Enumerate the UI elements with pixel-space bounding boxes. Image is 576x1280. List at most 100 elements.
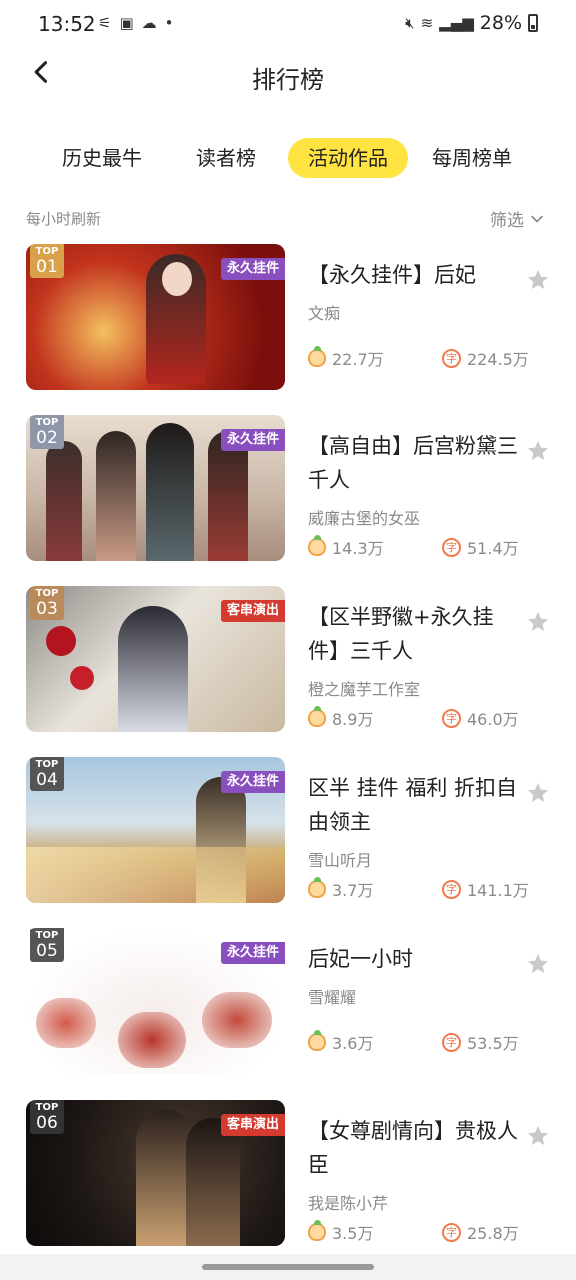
item-author: 雪耀耀 [308,988,357,1007]
item-info: 【女尊剧情向】贵极人臣 我是陈小芹 [308,1114,554,1214]
likes-count: 8.9万 [332,710,374,729]
cover-tag: 永久挂件 [220,771,285,793]
cover-tag: 永久挂件 [220,942,285,964]
word-count-icon: 字 [442,537,461,557]
word-count: 224.5万 [467,350,529,369]
list-item[interactable]: TOP 01 永久挂件 【永久挂件】后妃 文痴 22.7万 字 224.5万 [0,240,576,392]
signal-icon: ▂▄▆ [439,14,474,32]
list-item[interactable]: TOP 03 客串演出 【区半野徽+永久挂件】三千人 橙之魔芋工作室 8.9万 … [0,582,576,734]
cover-tag: 客串演出 [220,1114,285,1136]
tab-history-best[interactable]: 历史最牛 [42,138,162,178]
dot-icon: • [164,14,174,32]
favorite-star-icon[interactable] [526,1124,550,1148]
word-count: 25.8万 [467,1224,519,1243]
rank-badge: TOP 02 [30,415,64,449]
word-count: 46.0万 [467,710,519,729]
status-icons-right: 🔇︎ ≋ ▂▄▆ 28% [405,12,538,34]
status-bar: 13:52 ⚟ ▣ ☁ • 🔇︎ ≋ ▂▄▆ 28% [0,0,576,48]
favorite-star-icon[interactable] [526,268,550,292]
item-stats: 14.3万 字 51.4万 [308,535,548,559]
cover-image[interactable]: TOP 02 永久挂件 [26,415,285,561]
cloud-icon: ☁ [141,14,157,32]
favorite-star-icon[interactable] [526,952,550,976]
tab-event-works[interactable]: 活动作品 [288,138,408,178]
list-item[interactable]: TOP 06 客串演出 【女尊剧情向】贵极人臣 我是陈小芹 3.5万 字 25.8… [0,1096,576,1248]
rank-badge: TOP 06 [30,1100,64,1134]
status-time: 13:52 [38,12,96,36]
cover-image[interactable]: TOP 01 永久挂件 [26,244,285,390]
battery-percent: 28% [479,12,522,34]
likes-count: 22.7万 [332,350,384,369]
image-icon: ▣ [119,14,134,32]
battery-icon [528,14,538,32]
favorite-star-icon[interactable] [526,439,550,463]
peach-icon [308,1030,326,1051]
item-info: 【区半野徽+永久挂件】三千人 橙之魔芋工作室 [308,600,554,700]
cover-image[interactable]: TOP 05 永久挂件 [26,928,285,1074]
item-info: 【永久挂件】后妃 文痴 [308,258,554,324]
cover-tag: 永久挂件 [220,258,285,280]
tab-reader-rank[interactable]: 读者榜 [176,138,276,178]
item-title: 后妃一小时 [308,947,413,971]
favorite-star-icon[interactable] [526,610,550,634]
word-count: 53.5万 [467,1034,519,1053]
word-count-icon: 字 [442,1222,461,1242]
cover-image[interactable]: TOP 06 客串演出 [26,1100,285,1246]
list-item[interactable]: TOP 05 永久挂件 后妃一小时 雪耀耀 3.6万 字 53.5万 [0,924,576,1076]
rank-badge: TOP 03 [30,586,64,620]
sub-bar: 每小时刷新 筛选 [0,204,576,232]
tab-bar: 历史最牛 读者榜 活动作品 每周榜单 [0,136,576,182]
item-info: 【高自由】后宫粉黛三千人 威廉古堡的女巫 [308,429,554,529]
word-count: 141.1万 [467,881,529,900]
item-info: 后妃一小时 雪耀耀 [308,942,554,1008]
list-item[interactable]: TOP 04 永久挂件 区半 挂件 福利 折扣自由领主 雪山听月 3.7万 字1… [0,753,576,905]
item-stats: 3.5万 字 25.8万 [308,1220,548,1244]
mute-icon: 🔇︎ [405,14,415,32]
item-info: 区半 挂件 福利 折扣自由领主 雪山听月 [308,771,554,871]
notification-icon: ⚟ [98,14,112,32]
item-author: 文痴 [308,304,341,323]
tab-weekly-rank[interactable]: 每周榜单 [412,138,532,178]
cover-image[interactable]: TOP 04 永久挂件 [26,757,285,903]
item-stats: 22.7万 字 224.5万 [308,346,548,370]
item-author: 我是陈小芹 [308,1194,389,1213]
likes-count: 3.6万 [332,1034,374,1053]
word-count-icon: 字 [442,348,461,368]
peach-icon [308,535,326,556]
item-author: 雪山听月 [308,851,373,870]
likes-count: 3.5万 [332,1224,374,1243]
item-title: 【永久挂件】后妃 [308,263,476,287]
cover-tag: 客串演出 [220,600,285,622]
home-indicator[interactable] [202,1264,374,1270]
word-count-icon: 字 [442,708,461,728]
likes-count: 14.3万 [332,539,384,558]
rank-badge: TOP 01 [30,244,64,278]
page-title: 排行榜 [252,66,324,94]
list-item[interactable]: TOP 02 永久挂件 【高自由】后宫粉黛三千人 威廉古堡的女巫 14.3万 字… [0,411,576,563]
peach-icon [308,706,326,727]
header: 排行榜 [0,48,576,104]
rank-badge: TOP 04 [30,757,64,791]
item-stats: 8.9万 字 46.0万 [308,706,548,730]
peach-icon [308,877,326,898]
favorite-star-icon[interactable] [526,781,550,805]
item-title: 【女尊剧情向】贵极人臣 [308,1119,518,1177]
item-author: 威廉古堡的女巫 [308,509,421,528]
word-count: 51.4万 [467,539,519,558]
item-title: 【高自由】后宫粉黛三千人 [308,434,518,492]
word-count-icon: 字 [442,1032,461,1052]
likes-count: 3.7万 [332,881,374,900]
filter-label: 筛选 [490,211,524,231]
cover-image[interactable]: TOP 03 客串演出 [26,586,285,732]
chevron-down-icon [531,215,543,223]
peach-icon [308,346,326,367]
item-title: 区半 挂件 福利 折扣自由领主 [308,776,518,834]
status-icons-left: ⚟ ▣ ☁ • [98,14,174,32]
item-stats: 3.6万 字 53.5万 [308,1030,548,1054]
item-author: 橙之魔芋工作室 [308,680,421,699]
item-title: 【区半野徽+永久挂件】三千人 [308,605,494,663]
cover-tag: 永久挂件 [220,429,285,451]
refresh-note: 每小时刷新 [26,210,102,228]
filter-button[interactable]: 筛选 [490,206,544,231]
rank-badge: TOP 05 [30,928,64,962]
